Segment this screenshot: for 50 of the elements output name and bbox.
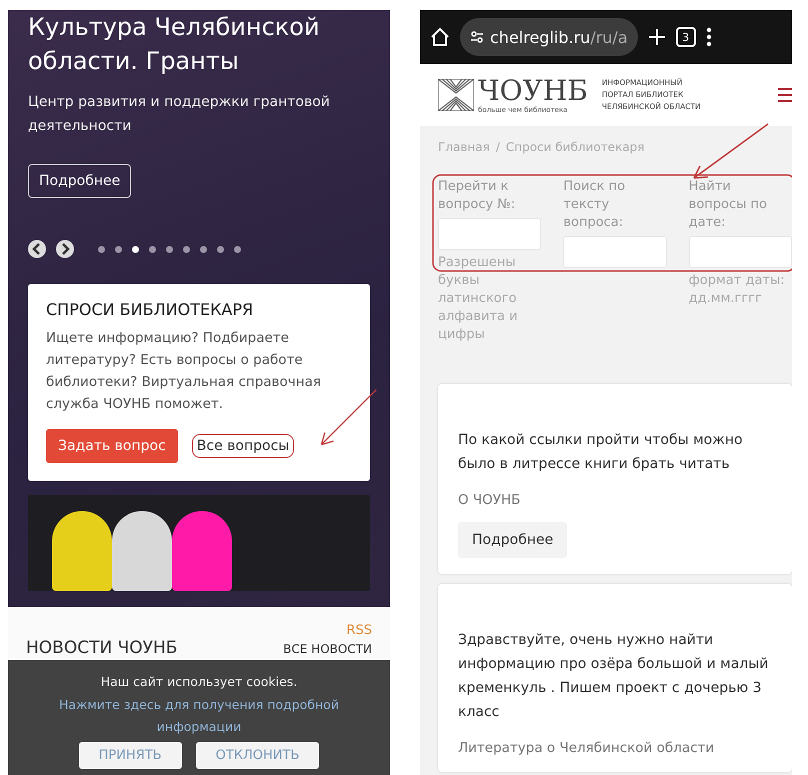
rss-link[interactable]: RSS (26, 623, 372, 638)
site-settings-icon[interactable] (470, 30, 484, 44)
menu-icon[interactable] (778, 87, 792, 103)
filter-input[interactable] (438, 218, 542, 250)
decline-button[interactable]: ОТКЛОНИТЬ (196, 742, 320, 769)
hero-subtitle: Центр развития и поддержки грантовой деятельности (28, 93, 331, 136)
carousel-dot[interactable] (183, 246, 190, 252)
more-button[interactable]: Подробнее (28, 164, 132, 198)
home-icon[interactable] (430, 27, 450, 47)
breadcrumb-separator: / (496, 140, 500, 154)
more-button[interactable]: Подробнее (458, 522, 568, 558)
carousel-dot[interactable] (234, 246, 241, 252)
hero-title: области. Гранты (28, 46, 240, 77)
filter-input[interactable] (563, 236, 667, 268)
question-category: Литература о Челябинской области (458, 740, 716, 756)
more-menu-icon[interactable] (706, 27, 712, 47)
url-text: chelreglib.ru/ru/a (490, 28, 628, 46)
accept-button[interactable]: ПРИНЯТЬ (78, 742, 182, 769)
carousel-dot[interactable] (166, 246, 173, 252)
banner-picture[interactable] (28, 495, 370, 591)
carousel-dot[interactable] (217, 246, 224, 252)
filter-label: Поиск по тексту вопроса: (563, 178, 626, 232)
question-category: О ЧОУНБ (458, 492, 522, 508)
carousel-dot[interactable] (115, 246, 122, 252)
cookie-text: Наш сайт использует cookies. (100, 673, 298, 691)
carousel-dot[interactable] (132, 246, 139, 252)
plus-icon[interactable] (648, 28, 666, 46)
question-text: По какой ссылки пройти чтобы можно было в литрессе книги брать читать (458, 431, 744, 474)
filter-input[interactable] (688, 236, 792, 268)
tab-count[interactable]: 3 (676, 27, 696, 47)
card-text: Ищете информацию? Подбираете литературу? Есть вопросы о работе библиотеки? Виртуальная справочная служба ЧОУНБ поможет. (46, 329, 322, 414)
filter-hint: Разрешены буквы латинского алфавита и цифры (438, 254, 519, 344)
ask-question-button[interactable]: Задать вопрос (46, 429, 178, 463)
all-news-link[interactable]: ВСЕ НОВОСТИ (283, 642, 372, 656)
details-link[interactable]: Нажмите здесь для получения подробной информации (14, 694, 384, 738)
carousel-dot[interactable] (200, 246, 207, 252)
section-title: НОВОСТИ ЧОУНБ (26, 638, 178, 658)
card-title: СПРОСИ БИБЛИОТЕКАРЯ (46, 300, 254, 319)
hero-title: Культура Челябинской (28, 12, 321, 43)
annotation-arrow (318, 388, 378, 448)
logo-text: ЧОУНБ (478, 76, 588, 106)
all-questions-link[interactable]: Все вопросы (192, 434, 294, 458)
carousel-dot[interactable] (149, 246, 156, 252)
address-field[interactable]: chelreglib.ru/ru/a (460, 18, 638, 56)
carousel-dot[interactable] (98, 246, 105, 252)
question-text: Здравствуйте, очень нужно найти информацию про озёра большой и малый кременкуль . Пишем проект с дочерью 3 класс (458, 631, 770, 722)
logo-icon (438, 79, 474, 111)
filter-hint: формат даты: дд.мм.гггг (688, 272, 786, 308)
filter-label: Найти вопросы по дате: (688, 178, 768, 232)
filter-label: Перейти к вопросу №: (438, 178, 516, 214)
